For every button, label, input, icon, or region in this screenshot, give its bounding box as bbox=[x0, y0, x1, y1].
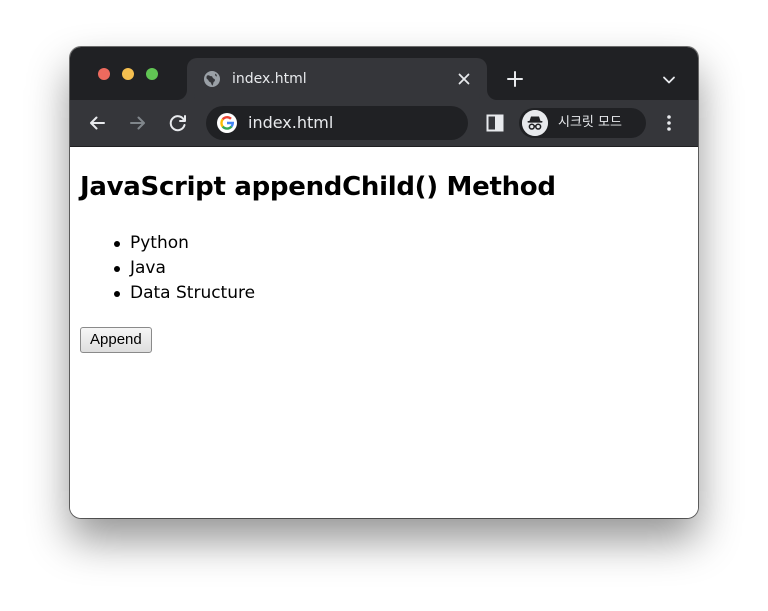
new-tab-plus-icon[interactable] bbox=[504, 68, 526, 90]
address-bar[interactable]: index.html bbox=[206, 106, 468, 140]
list-item: Data Structure bbox=[113, 281, 255, 306]
screenshot-stage: index.html index.html 시크릿 모드 JavaScript … bbox=[0, 0, 768, 611]
google-g-icon bbox=[217, 113, 237, 133]
page-viewport: JavaScript appendChild() Method Python J… bbox=[70, 147, 698, 518]
append-button[interactable]: Append bbox=[80, 327, 152, 353]
incognito-icon bbox=[522, 110, 548, 136]
browser-toolbar: index.html 시크릿 모드 bbox=[70, 100, 698, 147]
tab-close-icon[interactable] bbox=[455, 70, 473, 88]
side-panel-icon[interactable] bbox=[483, 111, 507, 135]
forward-arrow-icon[interactable] bbox=[126, 111, 150, 135]
window-close-button[interactable] bbox=[98, 68, 110, 80]
incognito-label: 시크릿 모드 bbox=[558, 115, 622, 130]
language-list: Python Java Data Structure bbox=[80, 231, 255, 306]
list-item: Java bbox=[113, 256, 255, 281]
tab-strip: index.html bbox=[70, 47, 698, 100]
more-menu-icon[interactable] bbox=[657, 111, 681, 135]
tab-title: index.html bbox=[232, 71, 307, 87]
tab-search-chevron-down-icon[interactable] bbox=[660, 71, 678, 89]
window-minimize-button[interactable] bbox=[122, 68, 134, 80]
window-maximize-button[interactable] bbox=[146, 68, 158, 80]
address-bar-url: index.html bbox=[248, 113, 334, 132]
globe-icon bbox=[204, 71, 220, 87]
list-item: Python bbox=[113, 231, 255, 256]
back-arrow-icon[interactable] bbox=[85, 111, 109, 135]
browser-window: index.html index.html 시크릿 모드 JavaScript … bbox=[70, 47, 698, 518]
tab-index-html[interactable]: index.html bbox=[187, 58, 487, 100]
page-heading: JavaScript appendChild() Method bbox=[80, 172, 556, 202]
incognito-badge[interactable]: 시크릿 모드 bbox=[519, 108, 646, 138]
reload-icon[interactable] bbox=[166, 111, 190, 135]
